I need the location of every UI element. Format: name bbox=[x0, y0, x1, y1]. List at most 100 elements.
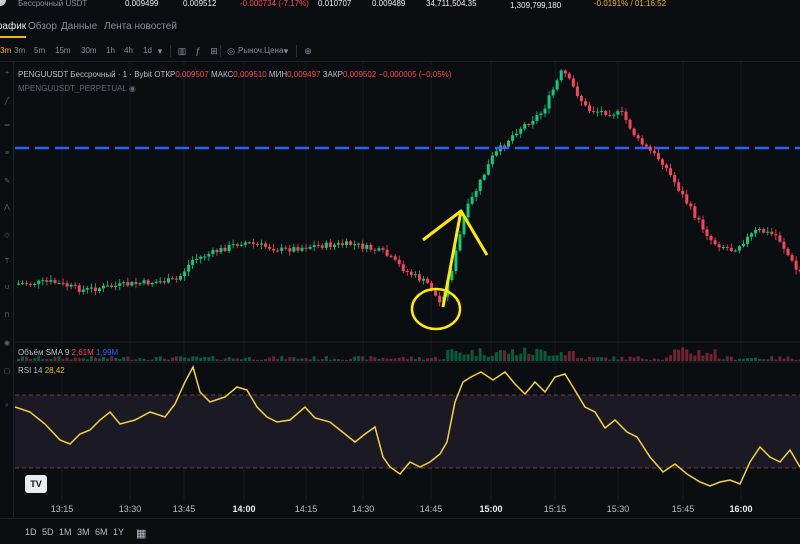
tab-data[interactable]: Данные bbox=[61, 21, 97, 32]
ticker-value: 0.009512 bbox=[183, 0, 217, 8]
candle-body bbox=[284, 247, 288, 249]
candle-body bbox=[45, 280, 49, 282]
time-tick-label: 14:15 bbox=[294, 504, 318, 514]
candle-body bbox=[272, 248, 276, 251]
text-icon[interactable]: T bbox=[3, 258, 11, 266]
price-type-select[interactable]: Рыноч.Цена bbox=[238, 46, 283, 55]
calendar-icon[interactable]: ▦ bbox=[136, 527, 146, 540]
price-chart[interactable] bbox=[15, 62, 800, 500]
chevron-down-icon[interactable]: ▾ bbox=[154, 45, 166, 57]
candle-body bbox=[37, 280, 41, 284]
candle-body bbox=[280, 247, 284, 251]
measure-icon[interactable]: ◇ bbox=[3, 232, 11, 240]
volume-bar bbox=[369, 356, 373, 361]
volume-bar bbox=[515, 355, 519, 361]
tab-news[interactable]: Лента новостей bbox=[104, 21, 177, 32]
eye-icon[interactable]: ◉ bbox=[3, 340, 11, 348]
candle-body bbox=[308, 246, 312, 249]
candle-body bbox=[527, 124, 531, 126]
candle-body bbox=[624, 111, 628, 120]
range-option[interactable]: 6M bbox=[95, 527, 108, 537]
funding-countdown: -0.0191% / 01:16:52 bbox=[594, 0, 667, 8]
templates-icon[interactable]: ⊞ bbox=[208, 45, 220, 57]
time-tick-label: 15:45 bbox=[671, 504, 695, 514]
candle-body bbox=[385, 249, 389, 256]
timeframe-option[interactable]: 1h bbox=[106, 46, 115, 55]
tab-chart[interactable]: График bbox=[0, 21, 27, 38]
volume-bar bbox=[665, 357, 668, 361]
eye-icon[interactable]: ◉ bbox=[129, 84, 136, 93]
candle-body bbox=[300, 247, 304, 251]
candle-body bbox=[758, 229, 762, 231]
volume-label: Объём SMA 9 bbox=[18, 348, 70, 357]
candle-body bbox=[320, 245, 324, 248]
volume-bar bbox=[786, 356, 790, 361]
volume-bar bbox=[122, 357, 126, 361]
candle-body bbox=[434, 290, 438, 296]
timeframe-option[interactable]: 1d bbox=[143, 46, 152, 55]
volume-bar bbox=[669, 355, 673, 361]
candle-body bbox=[588, 105, 592, 112]
candle-body bbox=[349, 241, 353, 245]
volume-bar bbox=[203, 356, 207, 361]
volume-bar bbox=[438, 359, 442, 361]
candle-body bbox=[377, 248, 381, 251]
range-option[interactable]: 5D bbox=[42, 527, 54, 537]
fib-icon[interactable]: ≡ bbox=[3, 150, 11, 158]
candle-body bbox=[543, 108, 547, 114]
volume-bar bbox=[790, 358, 794, 361]
brush-icon[interactable]: ✎ bbox=[3, 178, 11, 186]
volume-bar bbox=[571, 350, 575, 361]
candle-body bbox=[405, 270, 409, 272]
open-value: 0,009507 bbox=[175, 70, 209, 79]
volume-bar bbox=[750, 358, 754, 361]
pattern-icon[interactable]: ⋀ bbox=[3, 204, 11, 212]
volume-bar bbox=[219, 359, 223, 361]
ticker-value: 1,309,799,180 bbox=[510, 1, 562, 10]
candle-body bbox=[373, 249, 377, 251]
crosshair-icon[interactable]: + bbox=[3, 70, 11, 78]
candle-body bbox=[114, 285, 118, 288]
candle-body bbox=[644, 144, 648, 147]
volume-bar bbox=[782, 358, 786, 361]
range-option[interactable]: 1D bbox=[25, 527, 37, 537]
volume-bar bbox=[677, 349, 681, 361]
volume-bar bbox=[511, 349, 515, 361]
indicators-icon[interactable]: ƒ bbox=[192, 45, 204, 57]
timeframe-option[interactable]: 5m bbox=[34, 46, 45, 55]
volume-bar bbox=[616, 359, 620, 361]
price-type-icon[interactable]: ◎ bbox=[225, 45, 237, 57]
tab-overview[interactable]: Обзор bbox=[28, 21, 57, 32]
volume-bar bbox=[551, 355, 555, 361]
magnet-icon[interactable]: ∪ bbox=[3, 284, 11, 292]
lock-icon[interactable]: ⊓ bbox=[3, 312, 11, 320]
volume-bar bbox=[207, 357, 211, 361]
tradingview-logo[interactable]: TV bbox=[25, 475, 47, 493]
timeframe-option[interactable]: 15m bbox=[55, 46, 71, 55]
range-option[interactable]: 1Y bbox=[113, 527, 124, 537]
trash-icon[interactable]: ▢ bbox=[3, 368, 11, 376]
chart-area[interactable]: PENGUUSDT Бессрочный · 1 · Bybit ОТКР0,0… bbox=[15, 62, 800, 517]
volume-bar bbox=[434, 356, 438, 361]
candle-body bbox=[733, 250, 737, 252]
candle-body bbox=[166, 278, 170, 283]
chevron-down-icon[interactable]: ▾ bbox=[280, 45, 292, 57]
range-option[interactable]: 3M bbox=[77, 527, 90, 537]
candle-type-icon[interactable]: ▥ bbox=[176, 45, 188, 57]
timeframe-option[interactable]: 4h bbox=[124, 46, 133, 55]
trendline-icon[interactable]: ╱ bbox=[3, 98, 11, 106]
zoom-icon[interactable]: ⌕ bbox=[3, 402, 11, 410]
timeframe-option[interactable]: 3m bbox=[0, 46, 11, 55]
timeframe-option[interactable]: 30m bbox=[81, 46, 97, 55]
add-compare-icon[interactable]: ⊕ bbox=[302, 45, 314, 57]
volume-bar bbox=[713, 349, 717, 361]
candle-body bbox=[697, 217, 701, 220]
volume-bar bbox=[166, 359, 170, 361]
hline-icon[interactable]: ═ bbox=[3, 122, 11, 130]
volume-bar bbox=[77, 358, 81, 361]
volume-bar bbox=[770, 356, 774, 361]
candle-body bbox=[255, 243, 259, 245]
range-option[interactable]: 1M bbox=[59, 527, 72, 537]
timeframe-option[interactable]: 3m bbox=[14, 46, 25, 55]
candle-body bbox=[551, 89, 555, 96]
